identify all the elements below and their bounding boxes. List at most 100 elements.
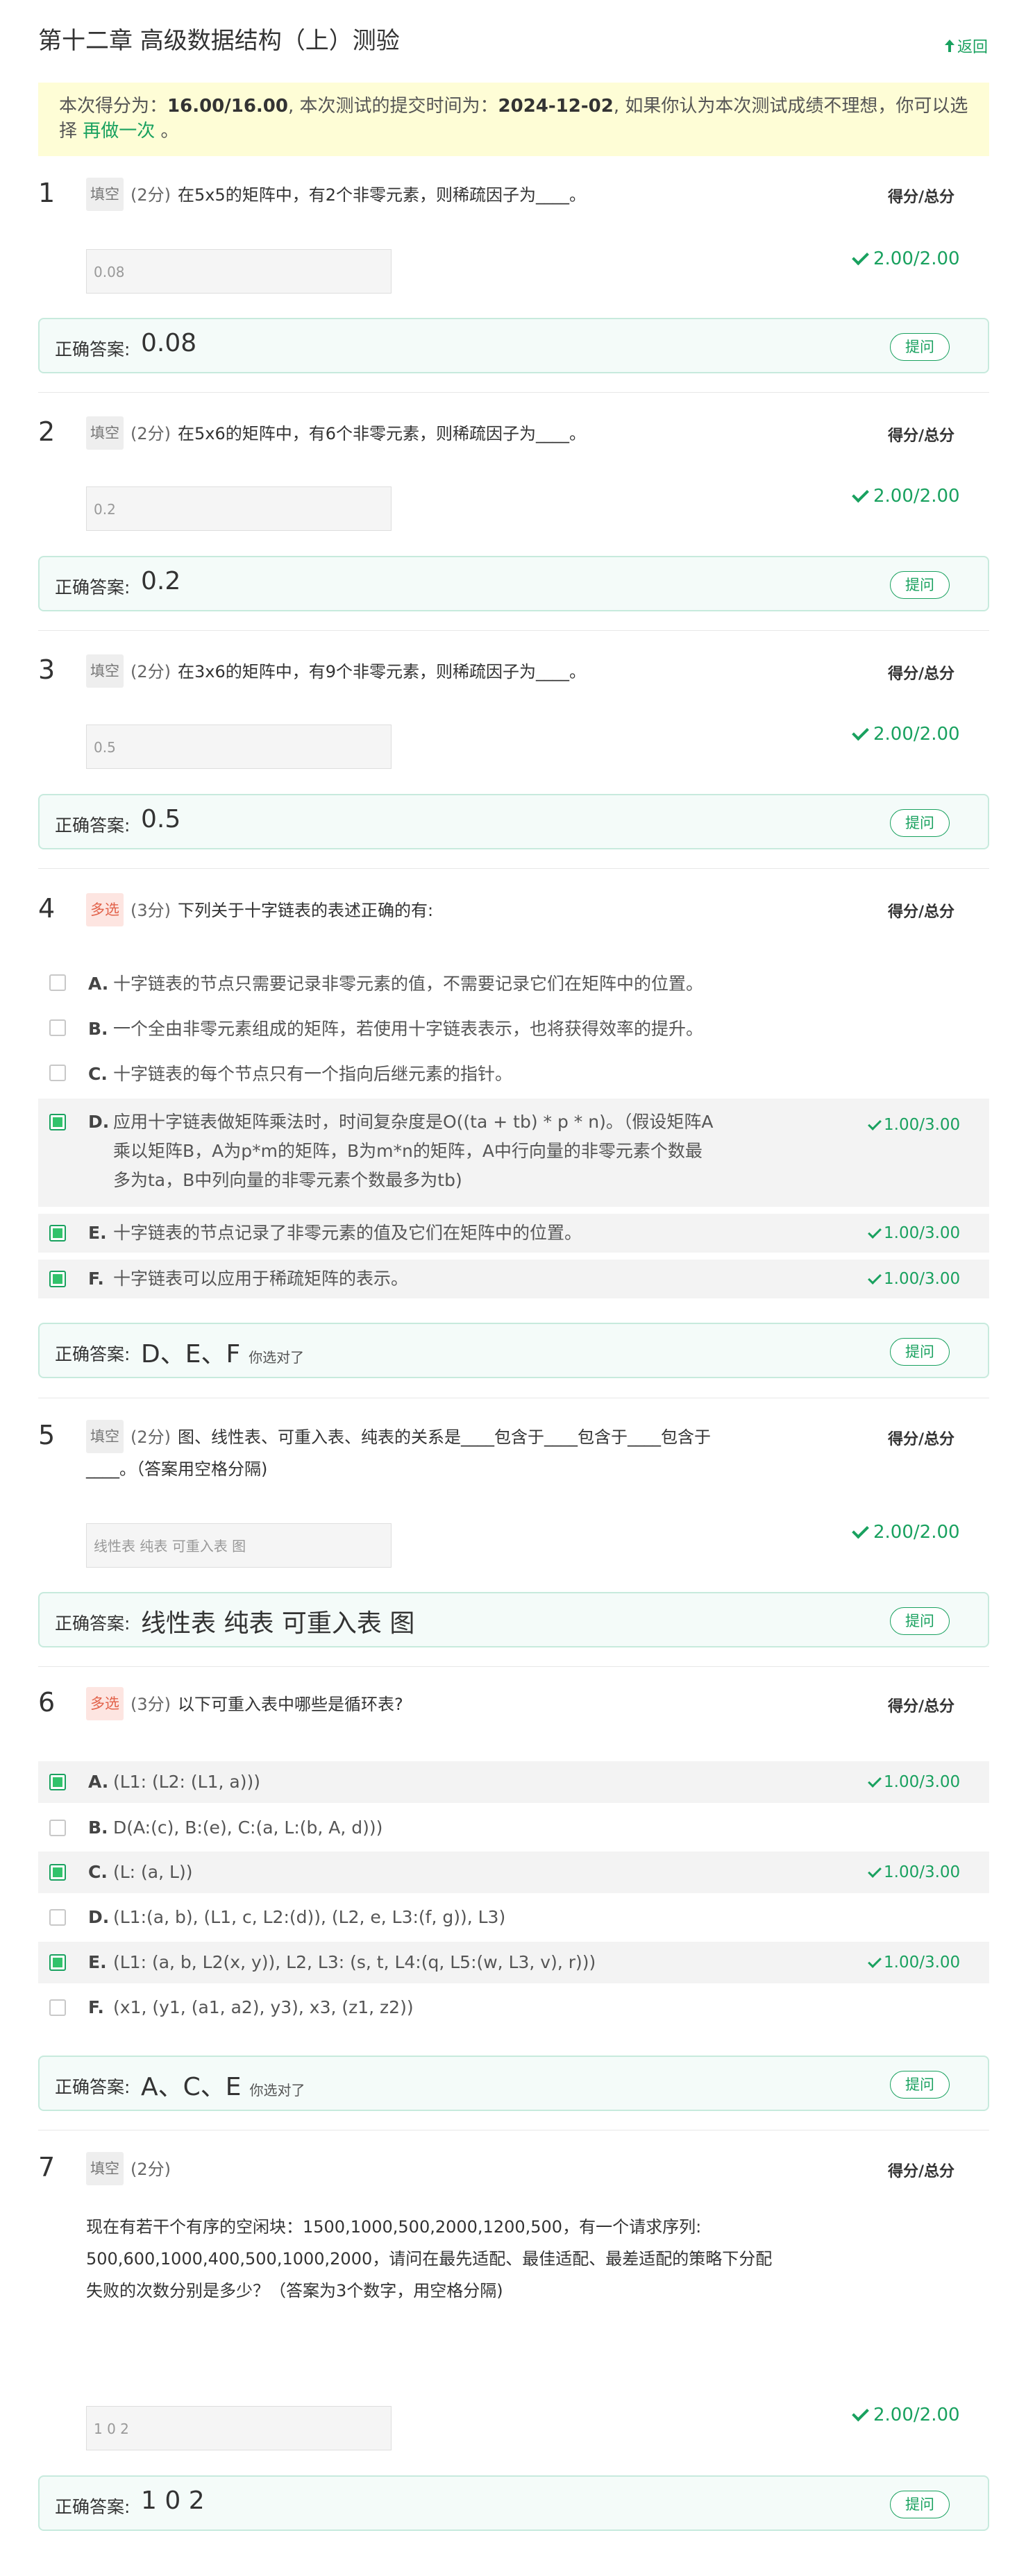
check-icon (868, 1774, 882, 1788)
fill-blank-tag: 填空 (86, 416, 124, 450)
fill-blank-tag: 填空 (86, 178, 124, 211)
answer-input[interactable]: 0.08 (86, 249, 392, 294)
check-icon (852, 723, 869, 741)
question-score: 2.00/2.00 (852, 248, 960, 269)
answer-input[interactable]: 0.5 (86, 724, 392, 769)
question-score: 2.00/2.00 (852, 2404, 960, 2425)
score-summary: 本次得分为：16.00/16.00, 本次测试的提交时间为：2024-12-02… (38, 83, 989, 156)
multi-select-tag: 多选 (86, 893, 124, 926)
check-icon (852, 1521, 869, 1539)
check-icon (868, 1954, 882, 1968)
divider (38, 630, 989, 631)
ask-button[interactable]: 提问 (890, 1338, 950, 1366)
score-total-label: 得分/总分 (888, 427, 955, 445)
correct-answer-box: 正确答案: A、C、E 你选对了 提问 (38, 2056, 989, 2111)
ask-button[interactable]: 提问 (890, 1607, 950, 1635)
back-link[interactable]: 返回 (943, 35, 988, 57)
checkbox-checked[interactable] (49, 1774, 66, 1790)
checkbox[interactable] (49, 1909, 66, 1926)
question-stem: 多选 (3分) 下列关于十字链表的表述正确的有: (86, 893, 433, 926)
fill-blank-tag: 填空 (86, 1420, 124, 1453)
ask-button[interactable]: 提问 (890, 571, 950, 599)
correct-note: 你选对了 (249, 2082, 305, 2099)
page-header: 第十二章 高级数据结构（上）测验 返回 (38, 25, 988, 57)
divider (38, 392, 989, 393)
checkbox-checked[interactable] (49, 1954, 66, 1971)
question-score: 2.00/2.00 (852, 1521, 960, 1543)
question-stem: 填空 (2分) 图、线性表、可重入表、纯表的关系是____包含于____包含于___… (86, 1420, 711, 1485)
question-number: 5 (38, 1420, 56, 1450)
score-total-label: 得分/总分 (888, 1698, 955, 1715)
total-score: 16.00/16.00 (167, 96, 288, 117)
correct-answer-box: 正确答案: 线性表 纯表 可重入表 图 提问 (38, 1592, 989, 1647)
page-title: 第十二章 高级数据结构（上）测验 (38, 27, 400, 55)
multi-select-tag: 多选 (86, 1687, 124, 1720)
checkbox-checked[interactable] (49, 1114, 66, 1130)
option-b[interactable]: B. 一个全由非零元素组成的矩阵，若使用十字链表表示，也将获得效率的提升。 (38, 1011, 989, 1046)
option-d[interactable]: D. (L1:(a, b), (L1, c, L2:(d)), (L2, e, … (38, 1897, 989, 1938)
checkbox[interactable] (49, 1820, 66, 1836)
check-icon (868, 1117, 882, 1130)
checkbox-checked[interactable] (49, 1864, 66, 1881)
correct-value: A、C、E 你选对了 (141, 2073, 305, 2101)
option-b[interactable]: B. D(A:(c), B:(e), C:(a, L:(b, A, d))) (38, 1807, 989, 1849)
check-icon (868, 1225, 882, 1239)
ask-button[interactable]: 提问 (890, 333, 950, 361)
check-icon (852, 248, 869, 266)
check-icon (868, 1864, 882, 1878)
option-score: 1.00/3.00 (868, 1219, 960, 1247)
correct-answer-box: 正确答案: 0.2 提问 (38, 556, 989, 611)
question-number: 1 (38, 178, 56, 208)
checkbox-checked[interactable] (49, 1225, 66, 1242)
answer-input[interactable]: 线性表 纯表 可重入表 图 (86, 1523, 392, 1568)
checkbox[interactable] (49, 974, 66, 991)
retry-link[interactable]: 再做一次 (83, 121, 155, 142)
correct-answer-box: 正确答案: 0.08 提问 (38, 318, 989, 373)
correct-value: D、E、F 你选对了 (141, 1340, 305, 1368)
check-icon (852, 2404, 869, 2422)
option-a[interactable]: A. (L1: (L2: (L1, a))) 1.00/3.00 (38, 1761, 989, 1803)
question-score: 2.00/2.00 (852, 485, 960, 507)
correct-answer-box: 正确答案: 0.5 提问 (38, 794, 989, 849)
divider (38, 1666, 989, 1667)
checkbox[interactable] (49, 1999, 66, 2016)
checkbox[interactable] (49, 1065, 66, 1081)
question-stem: 多选 (3分) 以下可重入表中哪些是循环表? (86, 1687, 403, 1720)
divider (38, 868, 989, 869)
question-number: 2 (38, 416, 56, 447)
option-c[interactable]: C. 十字链表的每个节点只有一个指向后继元素的指针。 (38, 1056, 989, 1091)
check-icon (868, 1271, 882, 1285)
ask-button[interactable]: 提问 (890, 809, 950, 837)
question-number: 7 (38, 2152, 56, 2183)
option-score: 1.00/3.00 (868, 1949, 960, 1976)
question-body: 现在有若干个有序的空闲块：1500,1000,500,2000,1200,500… (86, 2217, 773, 2300)
answer-input[interactable]: 1 0 2 (86, 2406, 392, 2450)
checkbox-checked[interactable] (49, 1271, 66, 1287)
score-total-label: 得分/总分 (888, 904, 955, 921)
question-stem: 填空 (2分) 在3x6的矩阵中，有9个非零元素，则稀疏因子为____。 (86, 654, 586, 688)
fill-blank-tag: 填空 (86, 2152, 124, 2185)
correct-answer-box: 正确答案: 1 0 2 提问 (38, 2475, 989, 2531)
option-e[interactable]: E. (L1: (a, b, L2(x, y)), L2, L3: (s, t,… (38, 1942, 989, 1983)
option-f[interactable]: F. 十字链表可以应用于稀疏矩阵的表示。 1.00/3.00 (38, 1260, 989, 1298)
option-a[interactable]: A. 十字链表的节点只需要记录非零元素的值，不需要记录它们在矩阵中的位置。 (38, 966, 989, 1001)
answer-input[interactable]: 0.2 (86, 486, 392, 531)
option-d[interactable]: D. 应用十字链表做矩阵乘法时，时间复杂度是O((ta + tb) * p * … (38, 1099, 989, 1207)
arrow-up-icon (944, 40, 954, 52)
question-number: 6 (38, 1687, 56, 1718)
checkbox[interactable] (49, 1019, 66, 1036)
back-label: 返回 (957, 39, 988, 56)
option-e[interactable]: E. 十字链表的节点记录了非零元素的值及它们在矩阵中的位置。 1.00/3.00 (38, 1214, 989, 1253)
submit-date: 2024-12-02 (498, 96, 614, 117)
ask-button[interactable]: 提问 (890, 2491, 950, 2518)
correct-label: 正确答案: (55, 339, 131, 359)
score-total-label: 得分/总分 (888, 2163, 955, 2180)
option-score: 1.00/3.00 (868, 1768, 960, 1796)
correct-note: 你选对了 (249, 1349, 305, 1366)
option-score: 1.00/3.00 (868, 1111, 960, 1139)
score-total-label: 得分/总分 (888, 1431, 955, 1448)
ask-button[interactable]: 提问 (890, 2071, 950, 2099)
option-c[interactable]: C. (L: (a, L)) 1.00/3.00 (38, 1852, 989, 1893)
option-f[interactable]: F. (x1, (y1, (a1, a2), y3), x3, (z1, z2)… (38, 1987, 989, 2028)
question-number: 4 (38, 893, 56, 924)
